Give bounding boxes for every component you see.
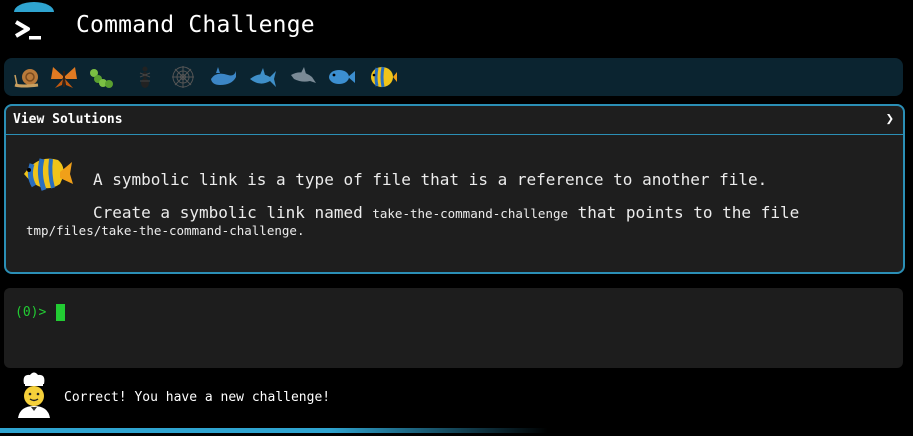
page-title: Command Challenge <box>76 12 315 38</box>
progress-fill <box>0 428 548 433</box>
butterfly-icon[interactable] <box>49 63 79 91</box>
feedback-message: Correct! You have a new challenge! <box>64 390 331 405</box>
challenge-instruction: Create a symbolic link named take-the-co… <box>93 203 799 222</box>
view-solutions-toggle[interactable]: View Solutions ❯ <box>6 106 903 135</box>
link-name-code: take-the-command-challenge <box>372 206 569 221</box>
caterpillar-icon[interactable] <box>87 63 117 91</box>
tropical-fish-icon[interactable] <box>368 63 398 91</box>
snail-icon[interactable] <box>12 63 42 91</box>
whale-icon[interactable] <box>208 63 238 91</box>
progress-bar <box>0 428 913 433</box>
level-bar <box>4 58 903 96</box>
terminal-prompt: (0)> <box>15 305 47 320</box>
chevron-right-icon[interactable]: ❯ <box>886 111 894 127</box>
challenge-description: A symbolic link is a type of file that i… <box>93 170 768 189</box>
terminal-cursor <box>56 304 65 321</box>
fish-icon[interactable] <box>326 63 356 91</box>
chef-icon <box>18 372 50 418</box>
challenge-panel: View Solutions ❯ A symbolic link is a ty… <box>4 104 905 274</box>
target-path-code: tmp/files/take-the-command-challenge <box>26 223 297 238</box>
feedback-area: Correct! You have a new challenge! <box>0 370 913 428</box>
challenge-target-path: tmp/files/take-the-command-challenge. <box>26 223 304 238</box>
instruction-prefix: Create a symbolic link named <box>93 203 373 222</box>
ant-icon[interactable] <box>130 63 160 91</box>
app-header: Command Challenge <box>0 0 913 56</box>
shark-icon[interactable] <box>248 63 278 91</box>
spider-web-icon[interactable] <box>168 63 198 91</box>
dolphin-icon[interactable] <box>288 63 318 91</box>
view-solutions-label: View Solutions <box>13 112 123 127</box>
terminal-input[interactable]: (0)> <box>4 288 903 368</box>
terminal-prompt-icon[interactable] <box>10 2 58 46</box>
instruction-suffix: that points to the file <box>568 203 800 222</box>
tropical-fish-icon <box>24 158 73 191</box>
target-path-period: . <box>296 223 305 238</box>
